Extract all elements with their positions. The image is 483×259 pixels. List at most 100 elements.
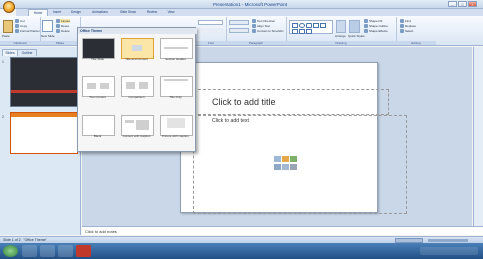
align-text-button[interactable]: Align Text bbox=[252, 24, 270, 28]
quick-styles-icon[interactable] bbox=[349, 20, 360, 33]
quick-access-toolbar bbox=[17, 1, 53, 14]
thumbnail-accent-bar bbox=[11, 90, 77, 93]
layout-label: Picture with Caption bbox=[162, 134, 189, 138]
layout-button[interactable]: Layout bbox=[56, 19, 71, 23]
reset-button[interactable]: Reset bbox=[56, 24, 69, 28]
layout-gallery: Office Theme Title Slide Title and Conte… bbox=[77, 27, 197, 152]
vertical-scrollbar[interactable] bbox=[473, 47, 483, 227]
new-slide-icon[interactable] bbox=[42, 20, 53, 32]
slide-count: Slide 1 of 2 bbox=[3, 238, 21, 242]
close-button[interactable]: × bbox=[468, 1, 477, 7]
taskbar-ie-icon[interactable] bbox=[22, 245, 37, 257]
tab-review[interactable]: Review bbox=[144, 9, 160, 16]
arrange-button[interactable]: Arrange bbox=[335, 34, 346, 38]
format-painter-button[interactable]: Format Painter bbox=[15, 29, 40, 33]
slides-group-label: Slides bbox=[40, 41, 80, 45]
star-shape-icon[interactable] bbox=[299, 29, 305, 34]
font-name-field[interactable] bbox=[198, 20, 223, 25]
text-direction-button[interactable]: Text Direction bbox=[252, 19, 275, 23]
delete-button[interactable]: Delete bbox=[56, 29, 70, 33]
tab-outline[interactable]: Outline bbox=[17, 49, 37, 56]
layout-preview bbox=[121, 115, 154, 136]
tab-insert[interactable]: Insert bbox=[49, 9, 65, 16]
layout-preview bbox=[82, 115, 115, 136]
line-shape-icon[interactable] bbox=[313, 23, 319, 28]
system-tray[interactable] bbox=[420, 247, 478, 255]
ribbon-tabs: Home Insert Design Animations Slide Show… bbox=[16, 9, 483, 17]
layout-two-content[interactable]: Two Content bbox=[80, 74, 115, 104]
minimize-button[interactable]: – bbox=[448, 1, 457, 7]
align-buttons[interactable] bbox=[229, 28, 249, 33]
layout-preview bbox=[160, 115, 193, 136]
list-buttons[interactable] bbox=[229, 20, 249, 25]
insert-table-icon[interactable] bbox=[274, 156, 281, 162]
layout-blank[interactable]: Blank bbox=[80, 113, 115, 143]
taskbar-explorer-icon[interactable] bbox=[40, 245, 55, 257]
convert-smartart-button[interactable]: Convert to SmartArt bbox=[252, 29, 284, 33]
shape-fill-button[interactable]: Shape Fill bbox=[364, 19, 382, 23]
layout-label: Content with Caption bbox=[122, 134, 151, 138]
rectangle-shape-icon[interactable] bbox=[292, 23, 298, 28]
taskbar bbox=[0, 243, 483, 259]
insert-clipart-icon[interactable] bbox=[282, 164, 289, 170]
layout-content-with-caption[interactable]: Content with Caption bbox=[119, 113, 154, 143]
layout-title-and-content[interactable]: Title and Content bbox=[119, 36, 154, 66]
title-placeholder[interactable]: Click to add title bbox=[193, 89, 389, 115]
quick-styles-button[interactable]: Quick Styles bbox=[348, 34, 365, 38]
copy-button[interactable]: Copy bbox=[15, 24, 27, 28]
insert-chart-icon[interactable] bbox=[282, 156, 289, 162]
tab-animations[interactable]: Animations bbox=[88, 9, 112, 16]
select-button[interactable]: Select bbox=[400, 29, 413, 33]
shape-effects-button[interactable]: Shape Effects bbox=[364, 29, 388, 33]
shape-outline-button[interactable]: Shape Outline bbox=[364, 24, 388, 28]
slide-canvas[interactable]: Click to add title Click to add text bbox=[180, 62, 407, 214]
layout-preview bbox=[160, 38, 193, 59]
start-button[interactable] bbox=[3, 245, 18, 257]
new-slide-button[interactable]: New Slide bbox=[41, 34, 55, 38]
find-button[interactable]: Find bbox=[400, 19, 411, 23]
arrange-icon[interactable] bbox=[336, 20, 346, 33]
tab-view[interactable]: View bbox=[164, 9, 178, 16]
layout-label: Title Only bbox=[169, 95, 182, 99]
rounded-rect-shape-icon[interactable] bbox=[306, 23, 312, 28]
shapes-gallery[interactable] bbox=[289, 20, 333, 34]
triangle-shape-icon[interactable] bbox=[292, 29, 298, 34]
layout-title-only[interactable]: Title Only bbox=[158, 74, 193, 104]
layout-preview-content bbox=[132, 45, 142, 51]
layout-comparison[interactable]: Comparison bbox=[119, 74, 154, 104]
tab-design[interactable]: Design bbox=[68, 9, 84, 16]
brace-shape-icon[interactable] bbox=[306, 29, 312, 34]
replace-button[interactable]: Replace bbox=[400, 24, 416, 28]
tab-slides[interactable]: Slides bbox=[2, 49, 18, 56]
layout-preview-content bbox=[167, 118, 185, 128]
notes-pane[interactable]: Click to add notes bbox=[82, 226, 483, 235]
insert-picture-icon[interactable] bbox=[274, 164, 281, 170]
paste-button[interactable]: Paste bbox=[2, 34, 10, 38]
taskbar-powerpoint-icon[interactable] bbox=[76, 245, 91, 257]
slide-thumbnail[interactable] bbox=[10, 57, 78, 107]
arrow-shape-icon[interactable] bbox=[320, 23, 326, 28]
taskbar-media-icon[interactable] bbox=[58, 245, 73, 257]
font-format-buttons[interactable] bbox=[198, 28, 223, 33]
layout-section-header[interactable]: Section Header bbox=[158, 36, 193, 66]
notes-placeholder: Click to add notes bbox=[85, 229, 117, 234]
insert-smartart-icon[interactable] bbox=[290, 156, 297, 162]
oval-shape-icon[interactable] bbox=[299, 23, 305, 28]
layout-picture-with-caption[interactable]: Picture with Caption bbox=[158, 113, 193, 143]
font-group-label: Font bbox=[196, 41, 226, 45]
drawing-group-label: Drawing bbox=[286, 41, 396, 45]
slide-thumbnail[interactable] bbox=[10, 112, 78, 154]
maximize-button[interactable]: □ bbox=[458, 1, 467, 7]
layout-preview-content bbox=[136, 120, 149, 130]
editing-group-label: Editing bbox=[396, 41, 436, 45]
content-placeholder[interactable]: Click to add text bbox=[193, 115, 407, 214]
zoom-slider[interactable] bbox=[428, 239, 468, 242]
layout-preview bbox=[82, 38, 115, 59]
cut-button[interactable]: Cut bbox=[15, 19, 25, 23]
layout-label: Section Header bbox=[165, 57, 186, 61]
tab-slide-show[interactable]: Slide Show bbox=[116, 9, 140, 16]
office-button[interactable] bbox=[3, 1, 15, 13]
insert-media-icon[interactable] bbox=[290, 164, 297, 170]
layout-title-slide[interactable]: Title Slide bbox=[80, 36, 115, 66]
paste-icon[interactable] bbox=[3, 20, 13, 33]
